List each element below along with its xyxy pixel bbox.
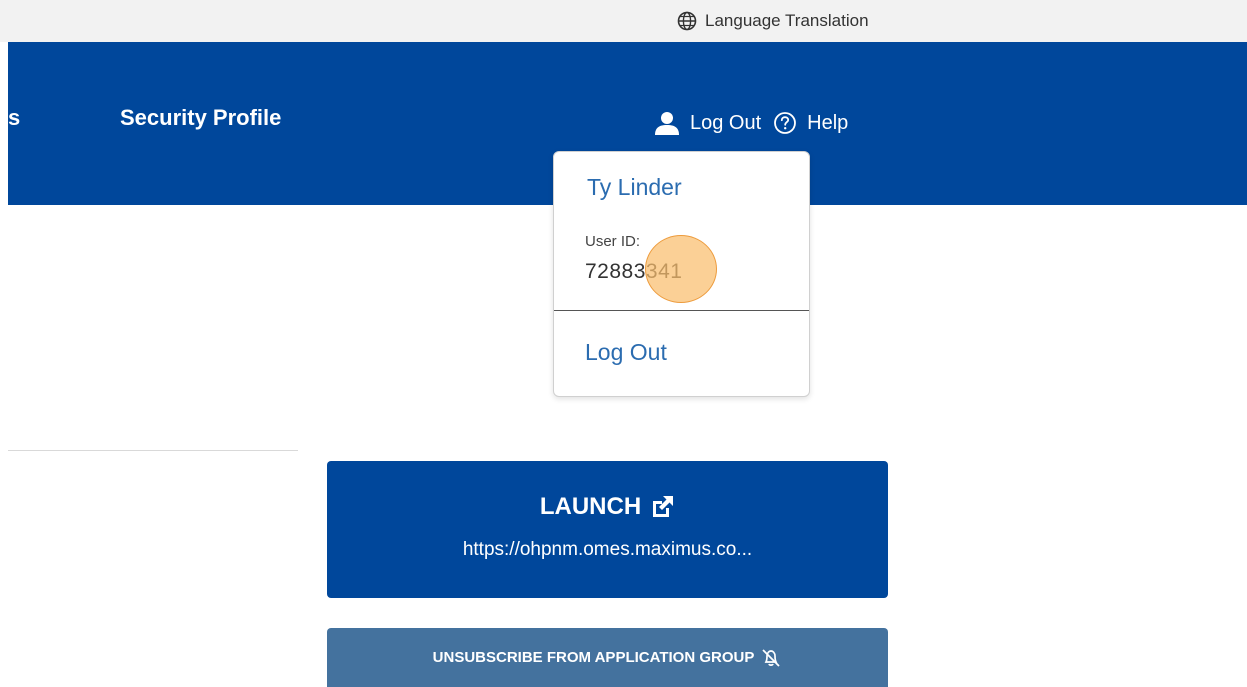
page: Language Translation s Security Profile …	[0, 0, 1247, 687]
language-translation-link[interactable]: Language Translation	[677, 11, 869, 31]
unsubscribe-button[interactable]: UNSUBSCRIBE FROM APPLICATION GROUP	[327, 628, 888, 687]
section-divider	[8, 450, 298, 451]
user-dropdown-menu: Ty Linder User ID: 72883341 Log Out	[553, 151, 810, 397]
globe-icon	[677, 11, 705, 31]
utility-bar: Language Translation	[0, 0, 1247, 42]
launch-title: LAUNCH	[327, 493, 888, 521]
header-logout-link[interactable]: Log Out	[690, 112, 761, 135]
launch-url: https://ohpnm.omes.maximus.co...	[462, 539, 753, 560]
external-link-icon	[649, 494, 675, 520]
nav-item-partial[interactable]: s	[8, 105, 20, 131]
launch-button[interactable]: LAUNCH https://ohpnm.omes.maximus.co...	[327, 461, 888, 598]
user-id-value: 72883341	[585, 260, 683, 283]
question-circle-icon[interactable]	[773, 111, 797, 135]
header-actions: Log Out Help	[654, 110, 848, 136]
nav-item-security-profile[interactable]: Security Profile	[120, 105, 281, 131]
dropdown-divider	[554, 310, 809, 311]
bell-off-icon	[760, 648, 782, 668]
unsubscribe-label: UNSUBSCRIBE FROM APPLICATION GROUP	[432, 649, 755, 666]
dropdown-logout-link[interactable]: Log Out	[585, 339, 667, 366]
launch-label: LAUNCH	[539, 493, 642, 520]
user-id-label: User ID:	[585, 233, 641, 250]
user-name-link[interactable]: Ty Linder	[587, 174, 682, 201]
help-link[interactable]: Help	[807, 112, 848, 135]
user-icon[interactable]	[654, 110, 680, 136]
language-translation-label: Language Translation	[705, 11, 869, 30]
